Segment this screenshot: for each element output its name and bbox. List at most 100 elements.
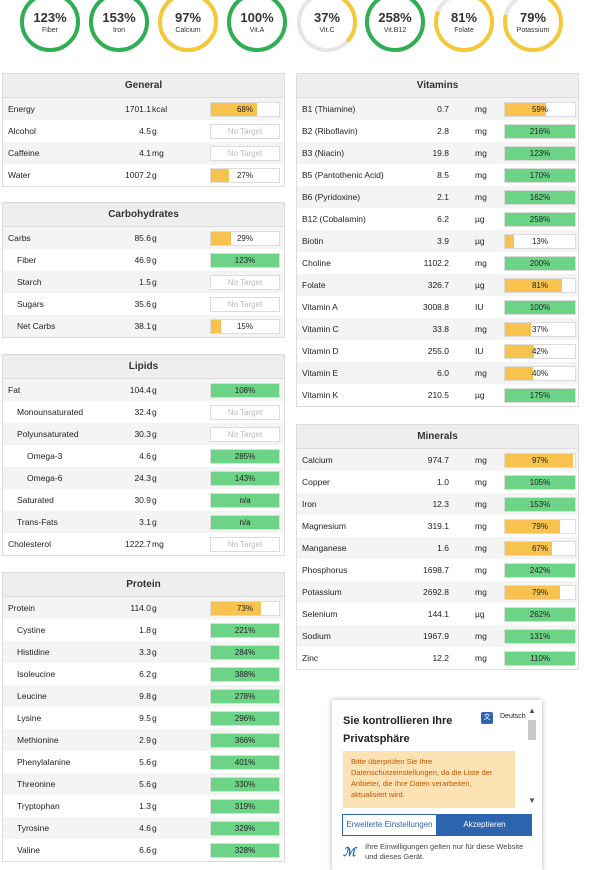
nutrient-row-zinc[interactable]: Zinc 12.2 mg 110% [297,647,578,669]
nutrient-name: B5 (Pantothenic Acid) [302,170,384,180]
consent-scrollbar[interactable]: ▲ ▼ [526,704,538,808]
scroll-down-icon[interactable]: ▼ [526,796,538,805]
nutrient-name: Vitamin K [302,390,339,400]
nutrient-unit: mg [152,148,164,158]
scroll-thumb[interactable] [528,720,536,740]
nutrient-name: Magnesium [302,521,346,531]
nutrient-row-folate[interactable]: Folate 326.7 µg 81% [297,274,578,296]
nutrient-row-omega-3[interactable]: Omega-3 4.6 g 285% [3,445,284,467]
nutrient-row-leucine[interactable]: Leucine 9.8 g 278% [3,685,284,707]
nutrient-row-potassium[interactable]: Potassium 2692.8 mg 79% [297,581,578,603]
nutrient-row-protein[interactable]: Protein 114.0 g 73% [3,597,284,619]
nutrient-row-isoleucine[interactable]: Isoleucine 6.2 g 388% [3,663,284,685]
nutrient-row-tryptophan[interactable]: Tryptophan 1.3 g 319% [3,795,284,817]
nutrient-row-magnesium[interactable]: Magnesium 319.1 mg 79% [297,515,578,537]
nutrient-row-lysine[interactable]: Lysine 9.5 g 296% [3,707,284,729]
nutrient-row-polyunsaturated[interactable]: Polyunsaturated 30.3 g No Target [3,423,284,445]
target-progress-bar: 278% [210,689,280,704]
nutrient-row-b2-riboflavin[interactable]: B2 (Riboflavin) 2.8 mg 216% [297,120,578,142]
nutrient-row-phenylalanine[interactable]: Phenylalanine 5.6 g 401% [3,751,284,773]
nutrient-row-calcium[interactable]: Calcium 974.7 mg 97% [297,449,578,471]
progress-label: 278% [234,692,256,701]
nutrient-row-vitamin-a[interactable]: Vitamin A 3008.8 IU 100% [297,296,578,318]
nutrient-row-manganese[interactable]: Manganese 1.6 mg 67% [297,537,578,559]
nutrient-row-monounsaturated[interactable]: Monounsaturated 32.4 g No Target [3,401,284,423]
nutrient-row-fat[interactable]: Fat 104.4 g 108% [3,379,284,401]
language-selector[interactable]: Deutsch [500,713,526,720]
nutrient-name: Vitamin A [302,302,338,312]
nutrient-row-threonine[interactable]: Threonine 5.6 g 330% [3,773,284,795]
nutrient-name: Folate [302,280,326,290]
ring-value: 123% [33,10,67,25]
nutrient-row-b3-niacin[interactable]: B3 (Niacin) 19.8 mg 123% [297,142,578,164]
progress-label: No Target [227,540,263,549]
nutrient-row-net-carbs[interactable]: Net Carbs 38.1 g 15% [3,315,284,337]
nutrient-name: Vitamin E [302,368,339,378]
advanced-settings-button[interactable]: Erweiterte Einstellungen [342,814,437,836]
nutrient-row-histidine[interactable]: Histidine 3.3 g 284% [3,641,284,663]
translate-icon[interactable]: 文 [481,712,493,724]
nutrient-unit: µg [475,390,485,400]
progress-label: 216% [529,127,551,136]
nutrient-row-water[interactable]: Water 1007.2 g 27% [3,164,284,186]
target-progress-bar: 40% [504,366,576,381]
nutrient-amount: 1.8 [139,625,151,635]
ring-potassium: 79% Potassium [502,0,564,53]
nutrient-row-selenium[interactable]: Selenium 144.1 µg 262% [297,603,578,625]
nutrient-row-methionine[interactable]: Methionine 2.9 g 366% [3,729,284,751]
ring-label: Vit.C [319,27,335,34]
nutrient-unit: g [152,170,157,180]
nutrient-row-carbs[interactable]: Carbs 85.6 g 29% [3,227,284,249]
nutrient-row-trans-fats[interactable]: Trans-Fats 3.1 g n/a [3,511,284,533]
nutrient-amount: 114.0 [130,603,151,613]
nutrient-unit: mg [475,170,487,180]
ring-vit-b12: 258% Vit.B12 [364,0,426,53]
nutrition-report: 123% Fiber 153% Iron 97% Calcium 100% Vit.A 37% V… [0,0,597,870]
nutrient-row-vitamin-d[interactable]: Vitamin D 255.0 IU 42% [297,340,578,362]
nutrient-row-tyrosine[interactable]: Tyrosine 4.6 g 329% [3,817,284,839]
progress-label: 258% [529,215,551,224]
nutrient-row-biotin[interactable]: Biotin 3.9 µg 13% [297,230,578,252]
progress-label: 328% [234,846,256,855]
scroll-up-icon[interactable]: ▲ [526,706,538,715]
nutrient-row-fiber[interactable]: Fiber 46.9 g 123% [3,249,284,271]
target-progress-bar: 123% [504,146,576,161]
nutrient-row-copper[interactable]: Copper 1.0 mg 105% [297,471,578,493]
nutrient-unit: µg [475,280,485,290]
nutrient-amount: 9.5 [139,713,151,723]
nutrient-row-cystine[interactable]: Cystine 1.8 g 221% [3,619,284,641]
progress-label: 42% [531,347,548,356]
nutrient-row-sodium[interactable]: Sodium 1967.9 mg 131% [297,625,578,647]
nutrient-row-b5-pantothenic-acid[interactable]: B5 (Pantothenic Acid) 8.5 mg 170% [297,164,578,186]
progress-label: No Target [227,430,263,439]
nutrient-name: Phenylalanine [17,757,71,767]
nutrient-row-b12-cobalamin[interactable]: B12 (Cobalamin) 6.2 µg 258% [297,208,578,230]
accept-button[interactable]: Akzeptieren [437,814,532,836]
nutrient-unit: mg [475,587,487,597]
nutrient-unit: mg [475,477,487,487]
nutrient-row-choline[interactable]: Choline 1102.2 mg 200% [297,252,578,274]
nutrient-row-sugars[interactable]: Sugars 35.6 g No Target [3,293,284,315]
nutrient-row-vitamin-c[interactable]: Vitamin C 33.8 mg 37% [297,318,578,340]
nutrient-row-b1-thiamine[interactable]: B1 (Thiamine) 0.7 mg 59% [297,98,578,120]
nutrient-row-b6-pyridoxine[interactable]: B6 (Pyridoxine) 2.1 mg 162% [297,186,578,208]
nutrient-unit: g [152,779,157,789]
nutrient-row-vitamin-e[interactable]: Vitamin E 6.0 mg 40% [297,362,578,384]
nutrient-unit: g [152,823,157,833]
nutrient-name: Net Carbs [17,321,56,331]
nutrient-unit: g [152,757,157,767]
nutrient-row-cholesterol[interactable]: Cholesterol 1222.7 mg No Target [3,533,284,555]
target-progress-bar: 258% [504,212,576,227]
nutrient-row-iron[interactable]: Iron 12.3 mg 153% [297,493,578,515]
nutrient-row-alcohol[interactable]: Alcohol 4.5 g No Target [3,120,284,142]
nutrient-row-omega-6[interactable]: Omega-6 24.3 g 143% [3,467,284,489]
nutrient-row-saturated[interactable]: Saturated 30.9 g n/a [3,489,284,511]
nutrient-row-valine[interactable]: Valine 6.6 g 328% [3,839,284,861]
nutrient-row-caffeine[interactable]: Caffeine 4.1 mg No Target [3,142,284,164]
nutrient-row-energy[interactable]: Energy 1701.1 kcal 68% [3,98,284,120]
nutrient-row-phosphorus[interactable]: Phosphorus 1698.7 mg 242% [297,559,578,581]
nutrient-row-starch[interactable]: Starch 1.5 g No Target [3,271,284,293]
progress-label: 319% [234,802,256,811]
nutrient-amount: 1222.7 [125,539,151,549]
nutrient-row-vitamin-k[interactable]: Vitamin K 210.5 µg 175% [297,384,578,406]
